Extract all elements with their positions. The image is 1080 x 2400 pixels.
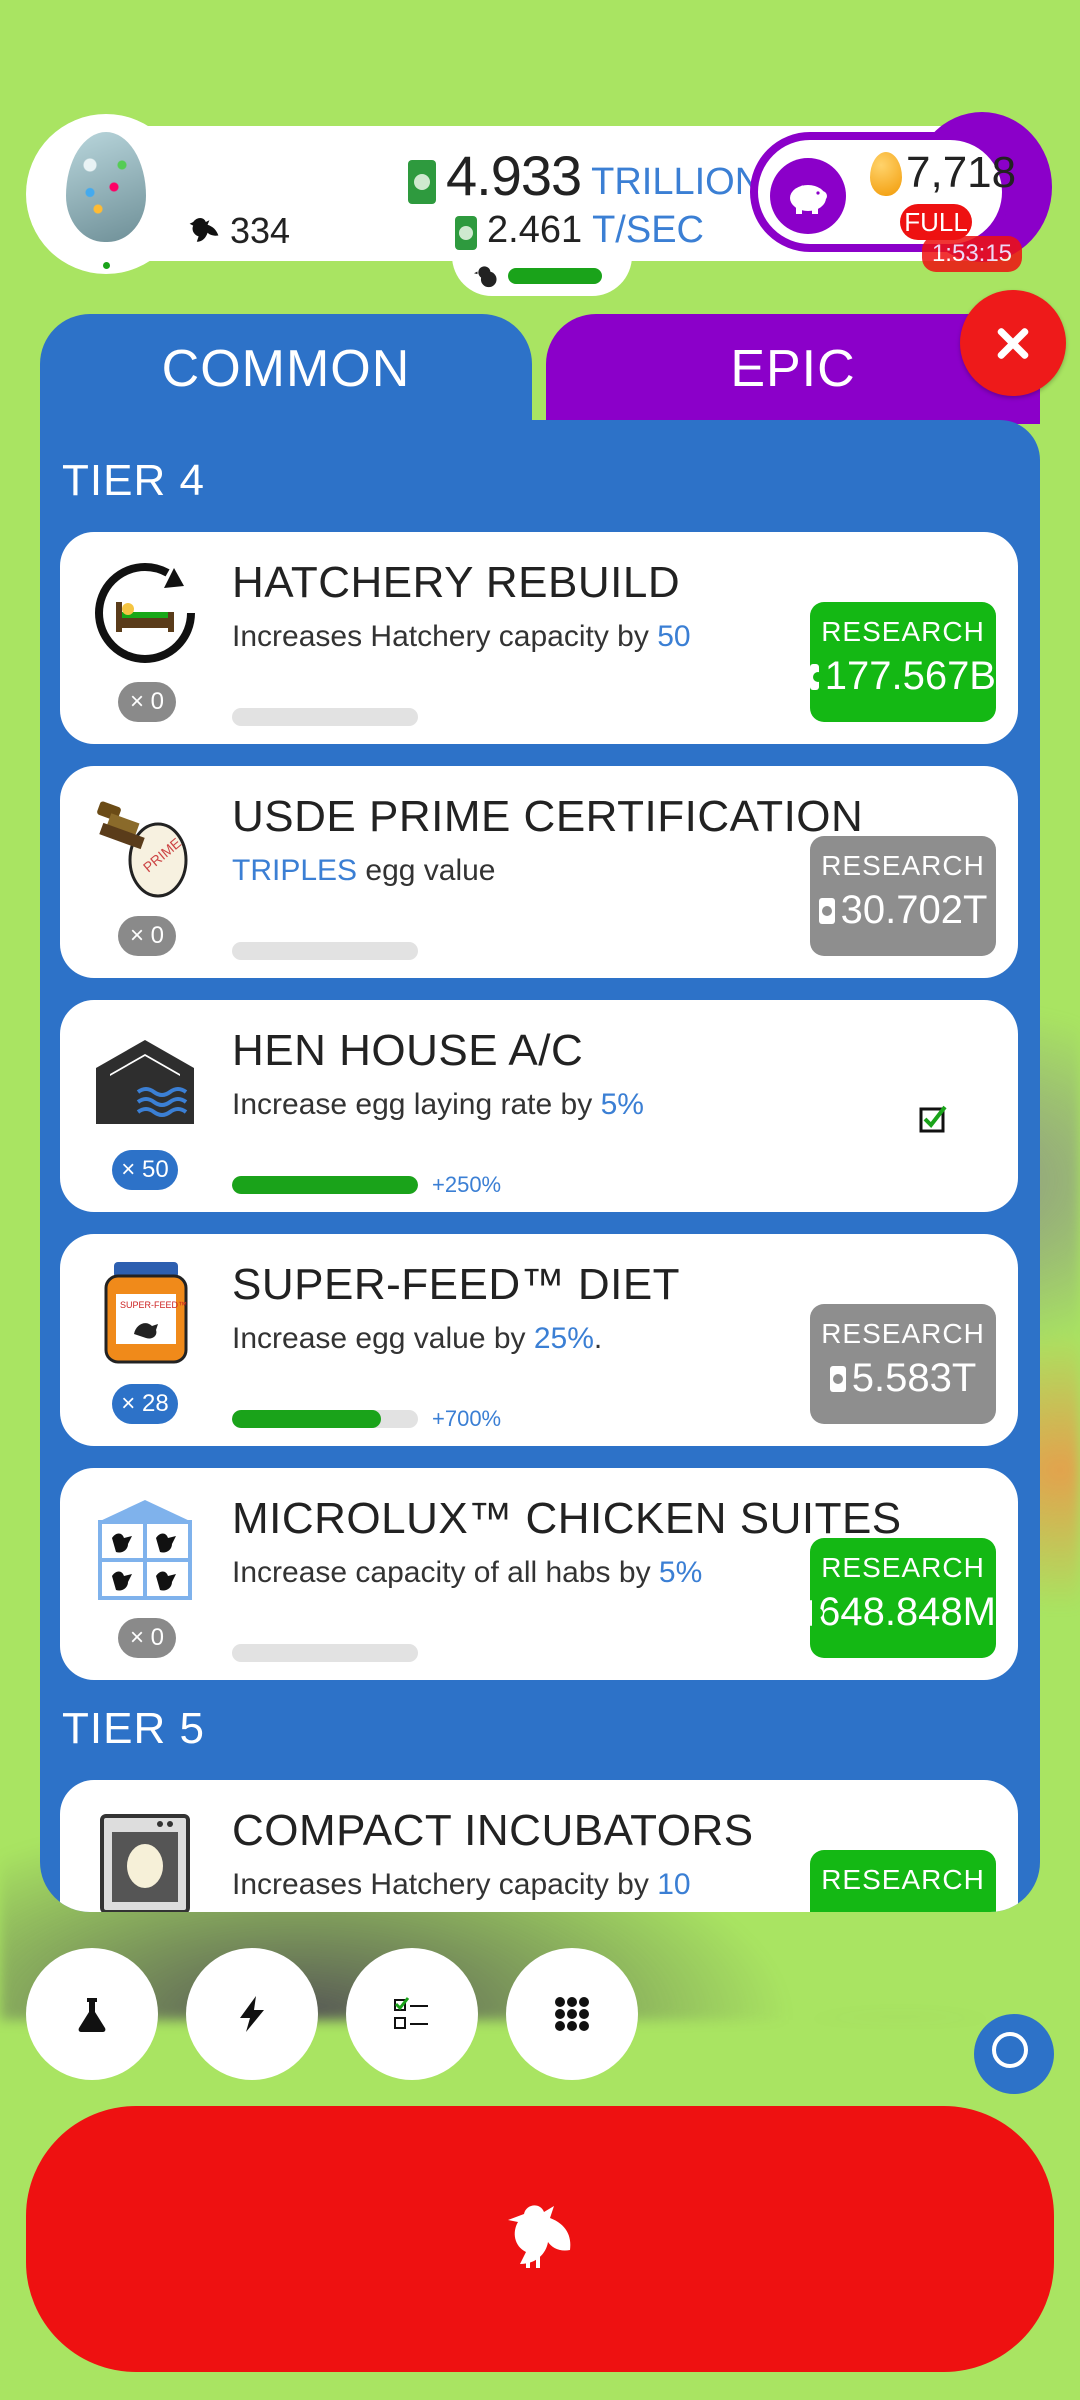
research-title: HEN HOUSE A/C <box>232 1026 584 1075</box>
rate-unit: T/SEC <box>592 209 704 251</box>
chicken-icon <box>189 217 219 242</box>
research-button-nav[interactable] <box>26 1948 158 2080</box>
close-button[interactable] <box>960 290 1066 396</box>
tab-common[interactable]: COMMON <box>40 314 532 424</box>
piggy-full-badge: FULL <box>900 204 972 240</box>
cash-icon <box>810 1599 824 1626</box>
chick-icon <box>474 266 497 288</box>
rate-value: 2.461 <box>487 209 583 251</box>
prime-stamp-icon: PRIME <box>90 790 200 900</box>
research-level-count: × 0 <box>118 682 176 722</box>
research-button[interactable]: RESEARCH 30.702T <box>810 836 996 956</box>
piggy-bank-button[interactable] <box>770 158 846 234</box>
research-description: TRIPLES egg value <box>232 854 496 887</box>
cash-icon <box>408 160 436 204</box>
research-card: PRIME × 0 USDE PRIME CERTIFICATION TRIPL… <box>60 766 1018 978</box>
research-title: HATCHERY REBUILD <box>232 558 681 607</box>
research-description: Increase capacity of all habs by 5% <box>232 1556 703 1589</box>
hatch-chicken-button[interactable] <box>26 2106 1054 2372</box>
super-feed-jar-icon: SUPER-FEED™ <box>90 1258 200 1368</box>
piggy-bank-icon <box>790 185 827 214</box>
research-level-count: × 0 <box>118 1618 176 1658</box>
research-title: COMPACT INCUBATORS <box>232 1806 754 1855</box>
completed-check-icon <box>919 1105 947 1133</box>
cash-icon <box>455 216 477 250</box>
research-price: 5.583T <box>851 1356 977 1400</box>
research-progress-bar <box>232 942 418 960</box>
menu-button[interactable] <box>506 1948 638 2080</box>
timer-badge: 1:53:15 <box>922 236 1022 272</box>
research-button[interactable]: RESEARCH 648.848M <box>810 1538 996 1658</box>
research-description: Increase egg laying rate by 5% <box>232 1088 644 1121</box>
research-flask-icon <box>78 1998 106 2032</box>
research-title: SUPER-FEED™ DIET <box>232 1260 681 1309</box>
research-level-count: × 50 <box>112 1150 178 1190</box>
research-card: SUPER-FEED™ × 28 SUPER-FEED™ DIET Increa… <box>60 1234 1018 1446</box>
money-value: 4.933 <box>446 144 582 207</box>
grid-menu-icon <box>555 1997 589 2031</box>
tier-label: TIER 5 <box>62 1704 205 1753</box>
golden-egg-count: 7,718 <box>906 148 1017 197</box>
research-price: 648.848M <box>818 1590 996 1634</box>
research-card: × 0 HATCHERY REBUILD Increases Hatchery … <box>60 532 1018 744</box>
chicken-suites-icon <box>90 1492 200 1602</box>
money-unit: TRILLION <box>591 161 763 203</box>
chicken-icon <box>508 2205 571 2268</box>
research-level-count: × 28 <box>112 1384 178 1424</box>
research-card: COMPACT INCUBATORS Increases Hatchery ca… <box>60 1780 1018 1912</box>
research-description: Increase egg value by 25%. <box>232 1322 603 1355</box>
research-button[interactable]: RESEARCH <box>810 1850 996 1912</box>
hen-house-ac-icon <box>90 1024 200 1134</box>
svg-text:SUPER-FEED™: SUPER-FEED™ <box>120 1300 187 1310</box>
tier-label: TIER 4 <box>62 456 205 505</box>
boost-lightning-icon <box>240 1996 264 2032</box>
incubator-icon <box>90 1804 200 1912</box>
egg-indicator-dot <box>103 262 110 269</box>
chicken-count: 334 <box>186 210 290 252</box>
missions-button[interactable] <box>346 1948 478 2080</box>
cash-icon <box>818 897 835 924</box>
research-progress-bar <box>232 708 418 726</box>
chicken-count-value: 334 <box>230 210 291 251</box>
research-price: 177.567B <box>824 654 996 698</box>
boosts-button[interactable] <box>186 1948 318 2080</box>
research-progress-bar <box>232 1176 418 1194</box>
research-bonus-label: +700% <box>432 1406 502 1431</box>
research-price: 30.702T <box>840 888 988 932</box>
research-title: USDE PRIME CERTIFICATION <box>232 792 864 841</box>
research-progress-bar <box>232 1644 418 1662</box>
earning-rate: 2.461 T/SEC <box>455 210 704 250</box>
research-description: Increases Hatchery capacity by 50 <box>232 620 691 653</box>
money-display: 4.933 TRILLION <box>408 148 762 204</box>
hatchery-rebuild-icon <box>90 556 200 666</box>
research-description: Increases Hatchery capacity by 10 <box>232 1868 691 1901</box>
research-title: MICROLUX™ CHICKEN SUITES <box>232 1494 902 1543</box>
checklist-icon <box>394 1997 428 2029</box>
cash-icon <box>829 1365 846 1392</box>
golden-egg-icon <box>870 152 902 196</box>
research-bonus-label: +250% <box>432 1172 502 1197</box>
research-button[interactable]: RESEARCH 177.567B <box>810 602 996 722</box>
research-panel: TIER 4 × 0 HATCHERY REBUILD Increases Ha… <box>40 420 1040 1912</box>
research-level-count: × 0 <box>118 916 176 956</box>
floating-home-button[interactable] <box>974 2014 1054 2094</box>
research-progress-bar <box>232 1410 418 1428</box>
hatchery-fill-bar <box>508 268 602 284</box>
cash-icon <box>810 663 823 690</box>
research-button[interactable]: RESEARCH 5.583T <box>810 1304 996 1424</box>
research-card: × 0 MICROLUX™ CHICKEN SUITES Increase ca… <box>60 1468 1018 1680</box>
research-card: × 50 HEN HOUSE A/C Increase egg laying r… <box>60 1000 1018 1212</box>
